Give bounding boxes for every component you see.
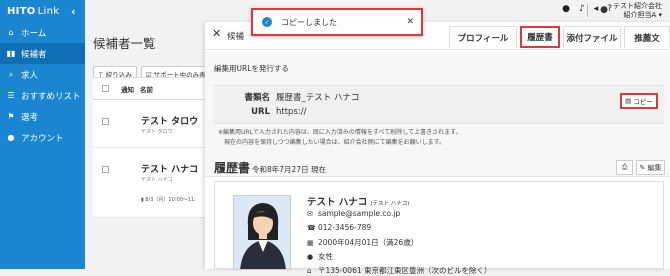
user-icon: ● xyxy=(7,133,15,142)
candidate-detail-panel: ✕ 候補 プロフィール 履歴書 添付ファイル 推薦文 編集用URLを発行する 書… xyxy=(205,22,670,275)
sidebar-item-selection[interactable]: ⚑ 選考 xyxy=(0,106,85,127)
home-icon: ⌂ xyxy=(8,28,14,37)
clipboard-icon: ▤ xyxy=(625,97,632,105)
chat-icon[interactable]: ● xyxy=(562,4,570,14)
panel-title: 候補 xyxy=(227,32,245,42)
home-icon: ⌂ xyxy=(307,266,312,275)
sidebar-item-home[interactable]: ⌂ ホーム xyxy=(0,22,85,43)
interview-date: ▮ 8/3（月）10:00〜11: xyxy=(141,197,196,203)
candidates-icon: ▮▮ xyxy=(6,49,16,58)
candidate-table: 通知 名前 テスト タロウ テスト タロウ テスト ハナコ テスト ハナコ ▮ … xyxy=(93,77,205,218)
close-panel-icon[interactable]: ✕ xyxy=(212,27,221,40)
gender-row: ● 女性 xyxy=(307,252,333,261)
print-button[interactable]: ⎙ xyxy=(616,160,633,175)
note-text: 現在の内容を保持しつつ編集したい場合は、紹介会社側にて編集をお願いします。 xyxy=(224,139,446,146)
email-row: ✉ sample@sample.co.jp xyxy=(307,209,401,218)
table-row[interactable]: テスト タロウ テスト タロウ xyxy=(93,100,205,148)
table-header: 通知 名前 xyxy=(93,78,205,100)
list-icon: ☰ xyxy=(7,91,15,100)
phone-row: ☎ 012-3456-789 xyxy=(307,223,372,232)
tab-resume[interactable]: 履歴書 xyxy=(520,26,560,48)
sidebar-item-account[interactable]: ● アカウント xyxy=(0,127,85,148)
sidebar-item-recommend-list[interactable]: ☰ おすすめリスト xyxy=(0,85,85,106)
copy-success-toast: ✓ コピーしました ✕ xyxy=(251,8,423,36)
sidebar: HITO Link ‹ ⌂ ホーム ▮▮ 候補者 ⌕ 求人 ☰ おすすめリスト … xyxy=(0,0,85,269)
megaphone-icon[interactable]: ◂ xyxy=(594,4,599,14)
table-row[interactable]: テスト ハナコ テスト ハナコ ▮ 8/3（月）10:00〜11: xyxy=(93,148,205,218)
person-illustration-icon xyxy=(234,196,290,269)
edit-button[interactable]: ✎ 編集 xyxy=(636,160,665,175)
account-menu[interactable]: テスト紹介会社 紹介担当A ▾ xyxy=(613,2,662,20)
toast-message: コピーしました xyxy=(281,17,337,27)
collapse-sidebar-icon[interactable]: ‹ xyxy=(71,5,76,18)
flag-icon: ⚑ xyxy=(7,112,15,121)
close-toast-icon[interactable]: ✕ xyxy=(406,17,414,27)
resume-header: 履歴書 令和8年7月27日 現在 ⎙ ✎ 編集 xyxy=(205,155,670,183)
edit-url[interactable]: https:// xyxy=(276,107,306,117)
tab-profile[interactable]: プロフィール xyxy=(449,26,517,48)
address-row: ⌂ 〒135-0061 東京都江東区豊洲（次のビルを除く） xyxy=(307,266,492,275)
resume-card: テスト ハナコ (テスト ハナコ) ✉ sample@sample.co.jp ☎ 0… xyxy=(214,181,664,275)
sidebar-item-jobs[interactable]: ⌕ 求人 xyxy=(0,64,85,85)
search-icon: ⌕ xyxy=(8,69,14,79)
profile-photo xyxy=(233,195,291,270)
tab-attachments[interactable]: 添付ファイル xyxy=(563,26,621,48)
app-logo[interactable]: HITO Link ‹ xyxy=(0,0,85,22)
section-title: 編集用URLを発行する xyxy=(214,64,289,73)
person-icon: ● xyxy=(307,252,314,261)
row-checkbox[interactable] xyxy=(102,118,109,125)
tab-recommendation[interactable]: 推薦文 xyxy=(624,26,670,48)
copy-button[interactable]: ▤ コピー xyxy=(620,93,658,109)
resume-title: 履歴書 xyxy=(214,161,251,175)
sidebar-item-candidates[interactable]: ▮▮ 候補者 xyxy=(0,43,85,64)
url-box: 書類名 履歴書_テスト ハナコ URL https:// ▤ コピー xyxy=(214,85,664,124)
candidate-list: 候補者一覧 ⊤ 絞り込み ☑ サポート中のみ表示 通知 名前 テスト タロウ テ… xyxy=(85,22,218,269)
candidate-name: テスト ハナコ (テスト ハナコ) xyxy=(307,197,410,208)
user-menu-icon[interactable]: ● xyxy=(600,5,608,15)
email-icon: ✉ xyxy=(307,209,313,218)
page-title: 候補者一覧 xyxy=(93,36,156,51)
topbar-divider xyxy=(587,4,588,17)
resume-date: 令和8年7月27日 現在 xyxy=(252,165,326,174)
note-text: ※編集用URLで入力された内容は、既に入力済みの情報をすべて削除して上書きされま… xyxy=(218,129,462,136)
check-circle-icon: ✓ xyxy=(262,17,272,27)
birthday-row: ▦ 2000年04月01日（満26歳） xyxy=(307,238,419,247)
document-name: 履歴書_テスト ハナコ xyxy=(276,93,360,103)
select-all-checkbox[interactable] xyxy=(102,85,109,92)
printer-icon: ⎙ xyxy=(621,163,628,171)
phone-icon: ☎ xyxy=(307,223,316,232)
row-checkbox[interactable] xyxy=(102,166,109,173)
calendar-icon: ▦ xyxy=(307,238,314,247)
bell-icon[interactable]: ♪ xyxy=(579,4,585,14)
